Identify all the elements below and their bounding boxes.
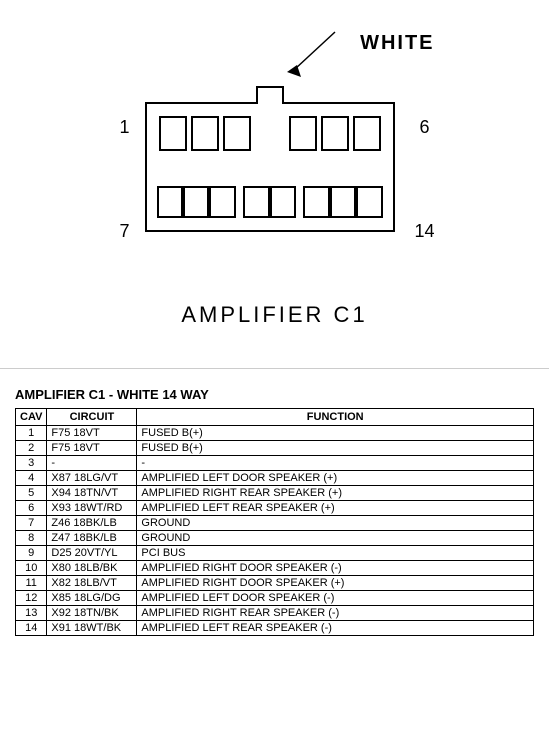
cell-circuit: X85 18LG/DG	[47, 591, 137, 606]
cell-cav: 6	[16, 501, 47, 516]
cell-function: AMPLIFIED RIGHT DOOR SPEAKER (-)	[137, 561, 534, 576]
table-row: 7Z46 18BK/LBGROUND	[16, 516, 534, 531]
table-row: 11X82 18LB/VTAMPLIFIED RIGHT DOOR SPEAKE…	[16, 576, 534, 591]
table-row: 6X93 18WT/RDAMPLIFIED LEFT REAR SPEAKER …	[16, 501, 534, 516]
table-row: 2F75 18VTFUSED B(+)	[16, 441, 534, 456]
cell-circuit: X87 18LG/VT	[47, 471, 137, 486]
cell-function: AMPLIFIED LEFT REAR SPEAKER (-)	[137, 621, 534, 636]
pin-5	[321, 116, 349, 151]
pin-13	[330, 186, 356, 218]
cell-function: FUSED B(+)	[137, 441, 534, 456]
cell-cav: 5	[16, 486, 47, 501]
table-row: 8Z47 18BK/LBGROUND	[16, 531, 534, 546]
pin-6	[353, 116, 381, 151]
cell-cav: 12	[16, 591, 47, 606]
connector-title: AMPLIFIER C1	[181, 302, 367, 328]
col-header-cav: CAV	[16, 409, 47, 426]
cell-function: -	[137, 456, 534, 471]
pin-8	[183, 186, 209, 218]
table-row: 13X92 18TN/BKAMPLIFIED RIGHT REAR SPEAKE…	[16, 606, 534, 621]
connector-diagram: WHITE 1 6 7 14	[115, 72, 435, 272]
table-row: 5X94 18TN/VTAMPLIFIED RIGHT REAR SPEAKER…	[16, 486, 534, 501]
pin-row-top	[147, 116, 393, 151]
cell-circuit: X80 18LB/BK	[47, 561, 137, 576]
col-header-function: FUNCTION	[137, 409, 534, 426]
table-row: 3--	[16, 456, 534, 471]
cell-cav: 10	[16, 561, 47, 576]
cell-cav: 4	[16, 471, 47, 486]
pin-number-7: 7	[120, 221, 130, 242]
pin-number-1: 1	[120, 117, 130, 138]
cell-circuit: F75 18VT	[47, 426, 137, 441]
section-divider	[0, 368, 549, 369]
connector-body	[145, 102, 395, 232]
diagram-section: WHITE 1 6 7 14	[0, 0, 549, 360]
cell-circuit: X91 18WT/BK	[47, 621, 137, 636]
pin-11	[270, 186, 296, 218]
arrow-icon	[275, 27, 355, 77]
pin-number-14: 14	[414, 221, 434, 242]
pin-1	[159, 116, 187, 151]
cell-cav: 7	[16, 516, 47, 531]
cell-cav: 8	[16, 531, 47, 546]
pin-table: CAV CIRCUIT FUNCTION 1F75 18VTFUSED B(+)…	[15, 408, 534, 636]
cell-cav: 3	[16, 456, 47, 471]
table-row: 12X85 18LG/DGAMPLIFIED LEFT DOOR SPEAKER…	[16, 591, 534, 606]
cell-function: FUSED B(+)	[137, 426, 534, 441]
table-row: 4X87 18LG/VTAMPLIFIED LEFT DOOR SPEAKER …	[16, 471, 534, 486]
pin-12	[303, 186, 329, 218]
cell-cav: 1	[16, 426, 47, 441]
pin-14	[356, 186, 382, 218]
pin-7	[157, 186, 183, 218]
cell-function: AMPLIFIED RIGHT DOOR SPEAKER (+)	[137, 576, 534, 591]
cell-function: AMPLIFIED LEFT DOOR SPEAKER (-)	[137, 591, 534, 606]
cell-function: AMPLIFIED RIGHT REAR SPEAKER (-)	[137, 606, 534, 621]
cell-circuit: Z47 18BK/LB	[47, 531, 137, 546]
cell-circuit: Z46 18BK/LB	[47, 516, 137, 531]
pin-4	[289, 116, 317, 151]
cell-function: AMPLIFIED RIGHT REAR SPEAKER (+)	[137, 486, 534, 501]
cell-circuit: -	[47, 456, 137, 471]
cell-function: GROUND	[137, 516, 534, 531]
table-row: 1F75 18VTFUSED B(+)	[16, 426, 534, 441]
cell-function: AMPLIFIED LEFT DOOR SPEAKER (+)	[137, 471, 534, 486]
table-row: 9D25 20VT/YLPCI BUS	[16, 546, 534, 561]
table-header-row: CAV CIRCUIT FUNCTION	[16, 409, 534, 426]
pin-9	[209, 186, 235, 218]
cell-circuit: X93 18WT/RD	[47, 501, 137, 516]
cell-function: AMPLIFIED LEFT REAR SPEAKER (+)	[137, 501, 534, 516]
cell-cav: 9	[16, 546, 47, 561]
white-label: WHITE	[360, 32, 434, 55]
pin-row-bottom	[147, 186, 393, 218]
table-row: 14X91 18WT/BKAMPLIFIED LEFT REAR SPEAKER…	[16, 621, 534, 636]
col-header-circuit: CIRCUIT	[47, 409, 137, 426]
cell-function: PCI BUS	[137, 546, 534, 561]
cell-circuit: X92 18TN/BK	[47, 606, 137, 621]
cell-circuit: X94 18TN/VT	[47, 486, 137, 501]
pin-10	[243, 186, 269, 218]
connector-tab	[256, 86, 284, 104]
table-row: 10X80 18LB/BKAMPLIFIED RIGHT DOOR SPEAKE…	[16, 561, 534, 576]
table-heading: AMPLIFIER C1 - WHITE 14 WAY	[15, 387, 534, 402]
pin-3	[223, 116, 251, 151]
cell-cav: 14	[16, 621, 47, 636]
pin-number-6: 6	[419, 117, 429, 138]
pin-2	[191, 116, 219, 151]
cell-cav: 11	[16, 576, 47, 591]
cell-function: GROUND	[137, 531, 534, 546]
cell-circuit: F75 18VT	[47, 441, 137, 456]
table-section: AMPLIFIER C1 - WHITE 14 WAY CAV CIRCUIT …	[0, 377, 549, 646]
cell-cav: 13	[16, 606, 47, 621]
cell-circuit: D25 20VT/YL	[47, 546, 137, 561]
cell-cav: 2	[16, 441, 47, 456]
cell-circuit: X82 18LB/VT	[47, 576, 137, 591]
